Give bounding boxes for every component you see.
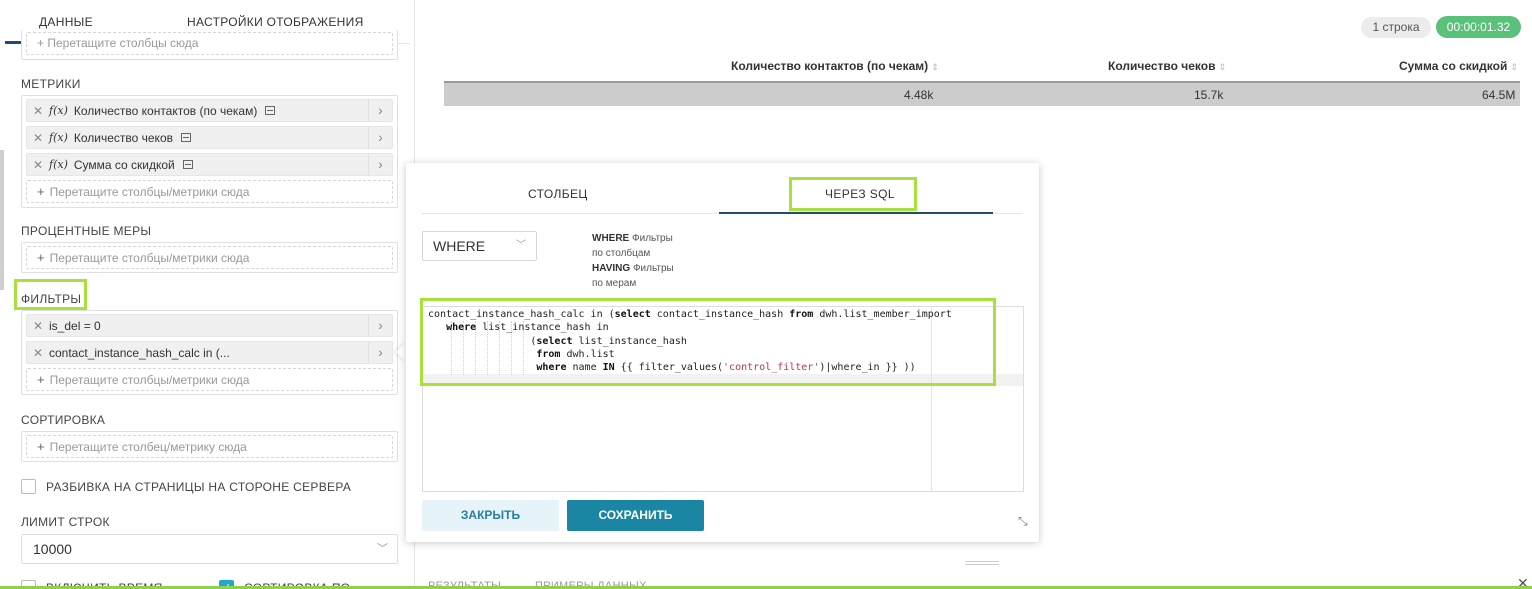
metrics-dropzone[interactable]: + Перетащите столбцы/метрики сюда <box>26 180 393 203</box>
percent-metrics-box: + Перетащите столбцы/метрики сюда <box>21 242 398 273</box>
chevron-right-icon[interactable]: › <box>368 100 392 121</box>
sorting-dropzone[interactable]: + Перетащите столбец/метрику сюда <box>26 435 393 458</box>
save-button[interactable]: СОХРАНИТЬ <box>567 500 704 531</box>
metric-pill[interactable]: ✕ f(x) Количество контактов (по чекам) › <box>26 99 393 122</box>
columns-box: + Перетащите столбцы сюда <box>21 30 398 60</box>
row-limit-label: ЛИМИТ СТРОК <box>21 515 110 529</box>
chevron-down-icon: ﹀ <box>516 240 526 251</box>
function-icon: f(x) <box>49 158 68 171</box>
sort-icon: ⇕ <box>931 62 939 72</box>
columns-dropzone[interactable]: + Перетащите столбцы сюда <box>26 32 393 55</box>
plus-icon: + <box>37 372 45 387</box>
resize-icon[interactable]: ⤡ <box>1018 514 1028 529</box>
metric-name: Количество контактов (по чекам) <box>73 103 258 118</box>
chevron-right-icon[interactable]: › <box>368 154 392 175</box>
column-header[interactable]: Сумма со скидкой ⇕ <box>1399 59 1518 73</box>
metric-name: Сумма со скидкой <box>73 157 175 172</box>
chevron-right-icon[interactable]: › <box>368 315 392 336</box>
metrics-box: ✕ f(x) Количество контактов (по чекам) ›… <box>21 95 398 208</box>
plus-icon: + <box>37 439 45 454</box>
close-button[interactable]: ЗАКРЫТЬ <box>422 500 559 531</box>
filter-text: is_del = 0 <box>49 318 101 333</box>
metric-pill[interactable]: ✕ f(x) Сумма со скидкой › <box>26 153 393 176</box>
metric-name: Количество чеков <box>73 130 173 145</box>
server-pagination-checkbox[interactable] <box>21 479 36 494</box>
percent-metrics-dropzone[interactable]: + Перетащите столбцы/метрики сюда <box>26 246 393 269</box>
query-panel: ДАННЫЕ НАСТРОЙКИ ОТОБРАЖЕНИЯ + Перетащит… <box>0 0 415 589</box>
function-icon: f(x) <box>49 131 68 144</box>
remove-icon[interactable]: ✕ <box>27 104 49 118</box>
filter-pill[interactable]: ✕ is_del = 0 › <box>26 314 393 337</box>
panel-edge <box>0 150 4 290</box>
table-row: 4.48k 15.7k 64.5M <box>444 81 1520 106</box>
sort-icon: ⇕ <box>1510 62 1518 72</box>
clause-hint: WHERE Фильтры по столбцам HAVING Фильтры… <box>592 233 674 289</box>
remove-icon[interactable]: ✕ <box>27 158 49 172</box>
table-cell: 64.5M <box>1482 88 1516 102</box>
table-icon <box>182 160 193 169</box>
tab-data[interactable]: ДАННЫЕ <box>39 15 93 29</box>
sort-icon: ⇕ <box>1218 62 1227 72</box>
filter-popover: СТОЛБЕЦ ЧЕРЕЗ SQL WHERE ﹀ WHERE Фильтры … <box>406 163 1039 542</box>
elapsed-time-badge: 00:00:01.32 <box>1436 16 1521 38</box>
column-header[interactable]: Количество контактов (по чекам) ⇕ <box>731 59 939 73</box>
sorting-box: + Перетащите столбец/метрику сюда <box>21 431 398 462</box>
chevron-right-icon[interactable]: › <box>368 127 392 148</box>
row-limit-select[interactable]: 10000 ﹀ <box>21 534 398 564</box>
remove-icon[interactable]: ✕ <box>27 346 49 360</box>
filters-highlight <box>14 279 87 310</box>
clause-select[interactable]: WHERE ﹀ <box>422 231 537 261</box>
tab-display-settings[interactable]: НАСТРОЙКИ ОТОБРАЖЕНИЯ <box>187 15 364 29</box>
table-icon <box>181 133 191 142</box>
sorting-label: СОРТИРОВКА <box>21 413 106 427</box>
percent-metrics-label: ПРОЦЕНТНЫЕ МЕРЫ <box>21 224 152 238</box>
function-icon: f(x) <box>49 104 68 117</box>
chevron-right-icon[interactable]: › <box>368 342 392 363</box>
column-header[interactable]: Количество чеков ⇕ <box>1108 59 1226 73</box>
row-count-badge: 1 строка <box>1361 17 1431 38</box>
table-cell: 4.48k <box>904 88 934 102</box>
plus-icon: + <box>37 184 45 199</box>
sql-tab-highlight <box>789 177 917 211</box>
metrics-label: МЕТРИКИ <box>21 77 81 91</box>
metric-pill[interactable]: ✕ f(x) Количество чеков › <box>26 126 393 149</box>
filters-dropzone[interactable]: + Перетащите столбцы/метрики сюда <box>26 368 393 391</box>
table-cell: 15.7k <box>1194 88 1224 102</box>
plus-icon: + <box>37 250 45 265</box>
filter-pill[interactable]: ✕ contact_instance_hash_calc in (... › <box>26 341 393 364</box>
tab-column[interactable]: СТОЛБЕЦ <box>528 187 588 201</box>
chevron-down-icon: ﹀ <box>377 543 388 555</box>
sql-highlight <box>420 298 996 386</box>
filter-text: contact_instance_hash_calc in (... <box>49 345 230 360</box>
active-tab-indicator <box>719 212 993 214</box>
table-icon <box>265 106 276 115</box>
remove-icon[interactable]: ✕ <box>27 319 49 333</box>
filters-box: ✕ is_del = 0 › ✕ contact_instance_hash_c… <box>21 310 398 395</box>
remove-icon[interactable]: ✕ <box>27 131 49 145</box>
server-pagination-label: РАЗБИВКА НА СТРАНИЦЫ НА СТОРОНЕ СЕРВЕРА <box>46 480 352 494</box>
drag-handle[interactable] <box>965 561 999 565</box>
